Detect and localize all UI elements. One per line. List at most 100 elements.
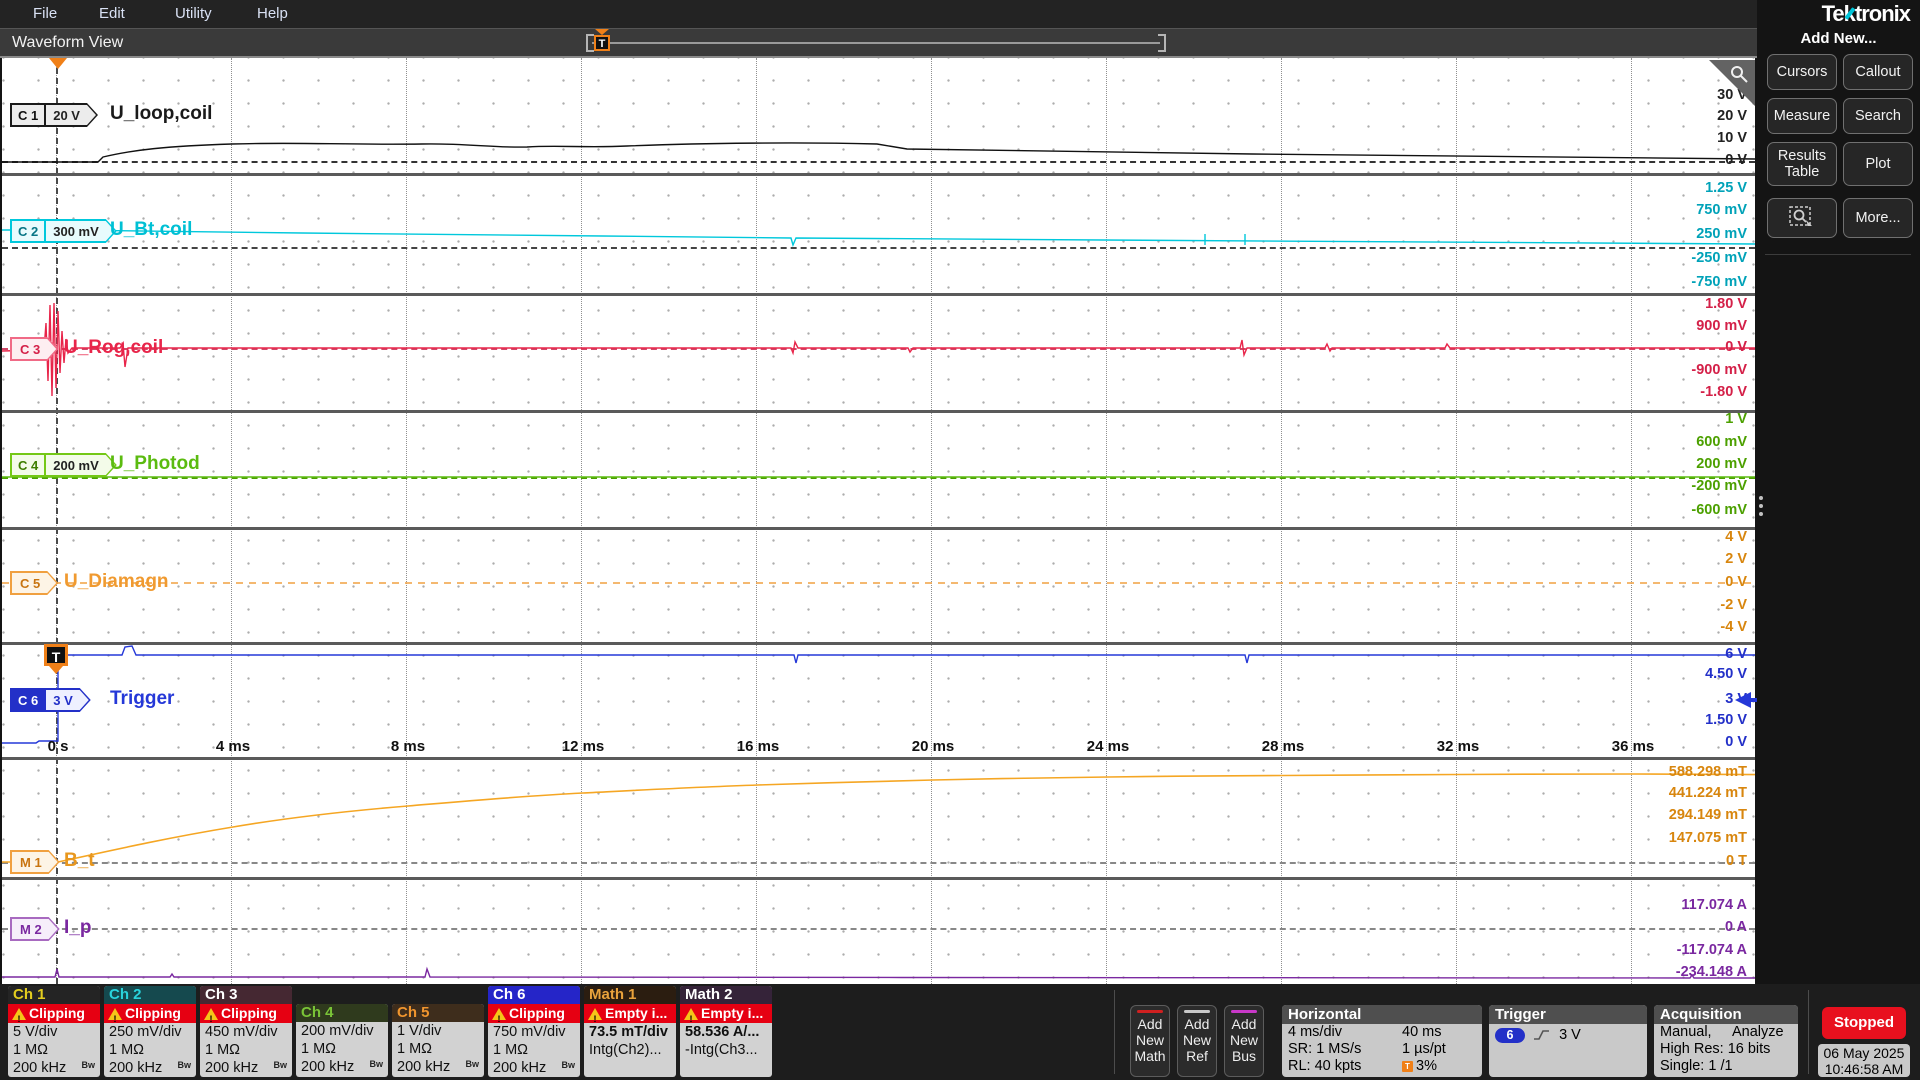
ch6-badge[interactable]: C 63 V — [10, 688, 91, 712]
time-label: 28 ms — [1262, 738, 1305, 755]
ch4-config-badge[interactable]: Ch 4 200 mV/div 1 MΩ 200 kHzBw — [296, 1004, 388, 1077]
horizontal-title: Horizontal — [1282, 1005, 1482, 1024]
math1-badge[interactable]: M 1 — [10, 850, 60, 874]
trigger-position-marker-icon[interactable] — [49, 58, 67, 69]
ch2-badge-scale: 300 mV — [44, 221, 115, 241]
ch5-config-title: Ch 5 — [392, 1004, 484, 1022]
menu-edit[interactable]: Edit — [99, 0, 125, 28]
slice-separator — [2, 173, 1755, 176]
ch2-config-badge[interactable]: Ch 2 !Clipping 250 mV/div 1 MΩ 200 kHzBw — [104, 986, 196, 1077]
zoom-select-button[interactable] — [1767, 198, 1837, 238]
menu-bar: File Edit Utility Help — [0, 0, 1757, 28]
ch4-badge[interactable]: C 4200 mV — [10, 453, 117, 477]
ch6-config-badge[interactable]: Ch 6 !Clipping 750 mV/div 1 MΩ 200 kHzBw — [488, 986, 580, 1077]
math2-axis-label: 0 A — [1725, 919, 1747, 935]
ch2-axis-label: 750 mV — [1696, 202, 1747, 218]
search-button[interactable]: Search — [1843, 98, 1913, 134]
menu-utility[interactable]: Utility — [175, 0, 212, 28]
ch5-badge[interactable]: C 5 — [10, 571, 58, 595]
ch5-axis-label: 0 V — [1725, 574, 1747, 590]
more-button[interactable]: More... — [1843, 198, 1913, 238]
footer-bar: Ch 1 !Clipping 5 V/div 1 MΩ 200 kHzBw Ch… — [0, 984, 1920, 1080]
gridline — [406, 58, 407, 984]
ch2-axis-label: 250 mV — [1696, 226, 1747, 242]
ch3-label: U_Rog,coil — [64, 336, 163, 360]
add-new-ref-button[interactable]: AddNewRef — [1177, 1005, 1217, 1077]
bandwidth-tag: Bw — [274, 1056, 288, 1074]
math1-axis-label: 147.075 mT — [1669, 830, 1747, 846]
ch5-axis-label: 4 V — [1725, 529, 1747, 545]
ch5-axis-label: -4 V — [1720, 619, 1747, 635]
record-bracket-left[interactable] — [586, 34, 594, 52]
ch2-trace — [2, 173, 1755, 293]
warning-icon: ! — [204, 1008, 218, 1020]
ch1-axis-label: 20 V — [1717, 108, 1747, 124]
callout-button[interactable]: Callout — [1843, 54, 1913, 90]
ch1-label: U_loop,coil — [110, 102, 212, 126]
trigger-level-arrow-icon[interactable] — [1735, 692, 1751, 708]
bandwidth-tag: Bw — [466, 1055, 480, 1073]
ch2-badge[interactable]: C 2300 mV — [10, 219, 117, 243]
ch6-badge-scale: 3 V — [44, 690, 89, 710]
slice-separator — [2, 527, 1755, 530]
ch1-badge-scale: 20 V — [44, 105, 96, 125]
math2-badge[interactable]: M 2 — [10, 917, 60, 941]
record-line — [592, 42, 1160, 44]
ch2-axis-label: 1.25 V — [1705, 180, 1747, 196]
gridline — [1281, 58, 1282, 984]
results-table-button[interactable]: Results Table — [1767, 142, 1837, 186]
run-stop-status-button[interactable]: Stopped — [1822, 1007, 1906, 1039]
trigger-panel[interactable]: Trigger 6 3 V — [1489, 1005, 1647, 1077]
ch4-badge-id: C 4 — [12, 455, 44, 475]
gridline — [756, 58, 757, 984]
plot-button[interactable]: Plot — [1843, 142, 1913, 186]
sidebar: Add New... Cursors Callout Measure Searc… — [1757, 0, 1920, 984]
ch4-zero-line — [2, 477, 1755, 479]
ch4-axis-label: 1 V — [1725, 411, 1747, 427]
menu-help[interactable]: Help — [257, 0, 288, 28]
ch2-axis-label: -750 mV — [1691, 274, 1747, 290]
ch2-clipping-text: Clipping — [125, 1004, 181, 1023]
measure-button[interactable]: Measure — [1767, 98, 1837, 134]
ch3-axis-label: -1.80 V — [1700, 384, 1747, 400]
add-new-bus-button[interactable]: AddNewBus — [1224, 1005, 1264, 1077]
oscilloscope-screen: File Edit Utility Help Tektronix Wavefor… — [0, 0, 1920, 1080]
ch5-config-badge[interactable]: Ch 5 1 V/div 1 MΩ 200 kHzBw — [392, 1004, 484, 1077]
warning-icon: ! — [492, 1008, 506, 1020]
math2-label: I_p — [64, 916, 91, 940]
ch1-clipping-text: Clipping — [29, 1004, 85, 1023]
menu-file[interactable]: File — [33, 0, 57, 28]
acquisition-title: Acquisition — [1654, 1005, 1798, 1024]
ch3-badge[interactable]: C 3 — [10, 337, 58, 361]
cursors-button[interactable]: Cursors — [1767, 54, 1837, 90]
ch6-badge-id: C 6 — [12, 690, 44, 710]
rising-edge-icon — [1533, 1028, 1551, 1042]
ch3-axis-label: 0 V — [1725, 339, 1747, 355]
tektronix-logo: Tektronix — [1750, 1, 1910, 27]
view-title-bar: Waveform View T — [0, 28, 1757, 58]
math2-axis-label: 117.074 A — [1681, 897, 1747, 913]
math1-config-badge[interactable]: Math 1 !Empty i... 73.5 mT/div Intg(Ch2)… — [584, 986, 676, 1077]
ch4-axis-label: 600 mV — [1696, 434, 1747, 450]
ch6-axis-label: 1.50 V — [1705, 712, 1747, 728]
add-new-math-button[interactable]: AddNewMath — [1130, 1005, 1170, 1077]
ch4-label: U_Photod — [110, 452, 200, 476]
ch3-badge-id: C 3 — [12, 339, 56, 359]
trigger-source-icon[interactable]: T — [44, 644, 68, 666]
zoom-corner-button[interactable] — [1709, 60, 1755, 106]
horizontal-panel[interactable]: Horizontal 4 ms/div40 ms SR: 1 MS/s1 µs/… — [1282, 1005, 1482, 1077]
record-trigger-icon[interactable]: T — [594, 35, 610, 51]
math2-axis-label: -234.148 A — [1676, 964, 1747, 980]
ch3-config-badge[interactable]: Ch 3 !Clipping 450 mV/div 1 MΩ 200 kHzBw — [200, 986, 292, 1077]
waveform-plot[interactable]: C 120 V U_loop,coil 30 V 20 V 10 V 0 V C… — [2, 58, 1755, 984]
time-label: 20 ms — [912, 738, 955, 755]
panel-splitter-handle[interactable] — [1758, 492, 1764, 526]
time-label: 4 ms — [216, 738, 250, 755]
record-view-strip[interactable]: T — [586, 29, 1166, 57]
math2-config-badge[interactable]: Math 2 !Empty i... 58.536 A/... -Intg(Ch… — [680, 986, 772, 1077]
acquisition-panel[interactable]: Acquisition Manual,Analyze High Res: 16 … — [1654, 1005, 1798, 1077]
record-bracket-right[interactable] — [1158, 34, 1166, 52]
ch1-badge[interactable]: C 120 V — [10, 103, 98, 127]
ch1-config-badge[interactable]: Ch 1 !Clipping 5 V/div 1 MΩ 200 kHzBw — [8, 986, 100, 1077]
math2-axis-label: -117.074 A — [1677, 942, 1747, 958]
